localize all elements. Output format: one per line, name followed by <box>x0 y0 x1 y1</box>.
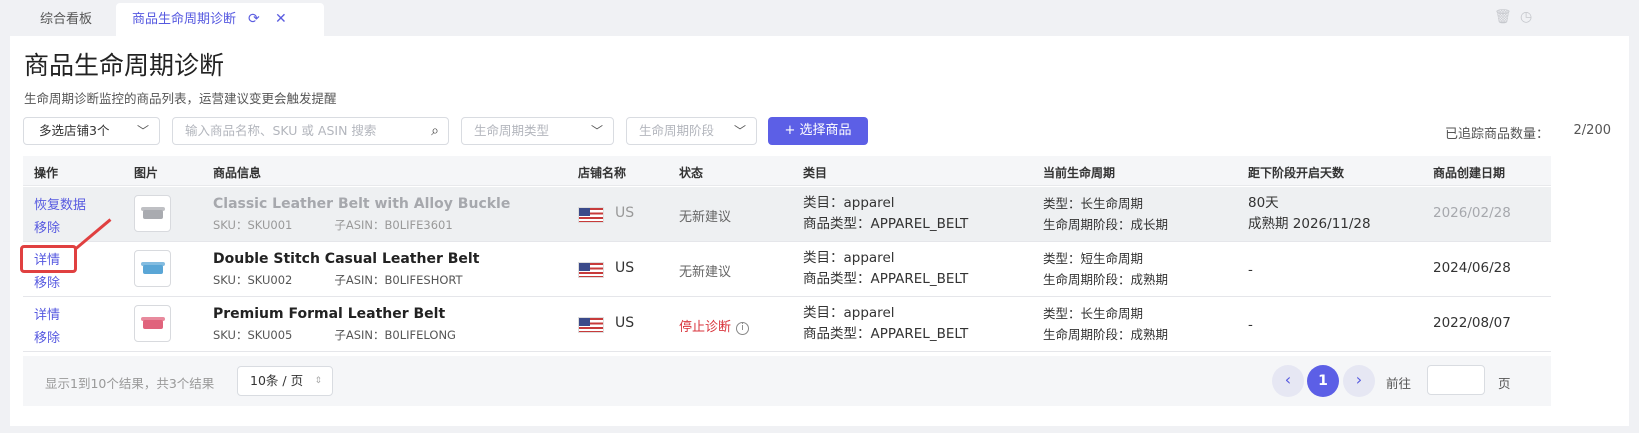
days-cell: 80天 成熟期 2026/11/28 <box>1248 195 1371 232</box>
select-product-button[interactable]: + 选择商品 <box>768 117 868 145</box>
sofa-icon <box>141 207 165 219</box>
sofa-icon <box>141 262 165 274</box>
product-thumbnail[interactable] <box>134 250 171 287</box>
status-text: 无新建议 <box>679 210 732 225</box>
lifecycle-stage-placeholder: 生命周期阶段 <box>639 123 715 138</box>
created-date: 2022/08/07 <box>1433 315 1511 331</box>
col-header-category: 类目 <box>803 166 828 180</box>
search-placeholder: 输入商品名称、SKU 或 ASIN 搜索 <box>185 123 377 138</box>
created-date: 2026/02/28 <box>1433 205 1511 221</box>
product-thumbnail[interactable] <box>134 195 171 232</box>
lifecycle-type-placeholder: 生命周期类型 <box>474 123 550 138</box>
product-thumbnail[interactable] <box>134 305 171 342</box>
next-page-button[interactable]: › <box>1343 365 1375 397</box>
lifecycle-stage-select[interactable]: 生命周期阶段 ﹀ <box>626 117 757 145</box>
tracked-count-label: 已追踪商品数量： <box>1444 127 1549 142</box>
col-header-store: 店铺名称 <box>578 166 627 180</box>
col-header-status: 状态 <box>679 166 704 180</box>
remove-link[interactable]: 移除 <box>34 217 60 236</box>
annotation-highlight-box <box>20 245 77 273</box>
col-header-actions: 操作 <box>34 166 59 180</box>
pagination-footer: 显示1到10个结果，共3个结果 10条 / 页 ⇕ ‹ 1 › 前往 页 <box>23 356 1551 406</box>
category-cell: 类目：apparel 商品类型：APPAREL_BELT <box>803 250 969 287</box>
page-title: 商品生命周期诊断 <box>24 51 225 80</box>
page-size-value: 10条 / 页 <box>250 373 304 388</box>
page-subtitle: 生命周期诊断监控的商品列表，运营建议变更会触发提醒 <box>24 91 337 106</box>
product-name: Double Stitch Casual Leather Belt <box>213 251 480 267</box>
chevron-down-icon: ﹀ <box>733 124 746 138</box>
chevron-down-icon: ﹀ <box>136 124 149 138</box>
tab-bar: 综合看板 商品生命周期诊断 ⟳ ✕ 🗑 ◷ <box>10 0 1639 36</box>
search-input[interactable]: 输入商品名称、SKU 或 ASIN 搜索 ⌕ <box>172 117 449 145</box>
tab-dashboard[interactable]: 综合看板 <box>40 3 92 36</box>
us-flag-icon <box>578 262 604 278</box>
col-header-image: 图片 <box>134 166 159 180</box>
remove-link[interactable]: 移除 <box>34 272 60 291</box>
days-cell: - <box>1248 317 1253 333</box>
info-icon[interactable]: i <box>736 322 750 335</box>
tab-lifecycle-diagnosis[interactable]: 商品生命周期诊断 ⟳ ✕ <box>116 3 324 36</box>
restore-data-link[interactable]: 恢复数据 <box>34 194 86 213</box>
category-cell: 类目：apparel 商品类型：APPAREL_BELT <box>803 195 969 232</box>
table-row: 详情 移除 Double Stitch Casual Leather Belt … <box>23 242 1551 297</box>
chevron-down-icon: ﹀ <box>590 124 603 138</box>
lifecycle-type-select[interactable]: 生命周期类型 ﹀ <box>461 117 614 145</box>
page-unit-label: 页 <box>1498 376 1511 391</box>
lifecycle-cell: 类型：长生命周期 生命周期阶段：成熟期 <box>1043 306 1169 342</box>
result-summary: 显示1到10个结果，共3个结果 <box>45 376 215 391</box>
refresh-icon[interactable]: ⟳ <box>248 3 260 36</box>
us-flag-icon <box>578 207 604 223</box>
product-sku: SKU：SKU002 子ASIN：B0LIFESHORT <box>213 273 463 287</box>
tab-lifecycle-label: 商品生命周期诊断 <box>132 12 237 27</box>
goto-label: 前往 <box>1386 376 1412 391</box>
product-name: Classic Leather Belt with Alloy Buckle <box>213 196 511 212</box>
trash-icon[interactable]: 🗑 <box>1494 9 1512 25</box>
search-icon[interactable]: ⌕ <box>431 118 439 144</box>
current-page-button[interactable]: 1 <box>1307 365 1339 397</box>
table-row: 详情 移除 Premium Formal Leather Belt SKU：SK… <box>23 297 1551 352</box>
product-name: Premium Formal Leather Belt <box>213 306 446 322</box>
product-sku: SKU：SKU001 子ASIN：B0LIFE3601 <box>213 218 453 232</box>
us-flag-icon <box>578 317 604 333</box>
goto-page-input[interactable] <box>1427 365 1485 395</box>
created-date: 2024/06/28 <box>1433 260 1511 276</box>
main-card: 商品生命周期诊断 生命周期诊断监控的商品列表，运营建议变更会触发提醒 多选店铺3… <box>10 36 1629 426</box>
lifecycle-cell: 类型：长生命周期 生命周期阶段：成长期 <box>1043 196 1169 232</box>
category-cell: 类目：apparel 商品类型：APPAREL_BELT <box>803 305 969 342</box>
store-country: US <box>615 315 635 331</box>
col-header-product: 商品信息 <box>213 166 262 180</box>
store-multiselect-value: 多选店铺3个 <box>39 123 110 138</box>
store-multiselect[interactable]: 多选店铺3个 ﹀ <box>23 117 160 145</box>
store-country: US <box>615 205 635 221</box>
col-header-days: 距下阶段开启天数 <box>1248 166 1345 180</box>
table-row: 恢复数据 移除 Classic Leather Belt with Alloy … <box>23 187 1551 242</box>
sofa-icon <box>141 317 165 329</box>
store-country: US <box>615 260 635 276</box>
prev-page-button[interactable]: ‹ <box>1272 365 1304 397</box>
status-text: 无新建议 <box>679 265 732 280</box>
table-header: 操作 图片 商品信息 店铺名称 状态 类目 当前生命周期 距下阶段开启天数 商品… <box>23 156 1551 186</box>
sort-updown-icon: ⇕ <box>314 376 322 386</box>
col-header-created: 商品创建日期 <box>1433 166 1506 180</box>
remove-link[interactable]: 移除 <box>34 327 60 346</box>
page-size-select[interactable]: 10条 / 页 ⇕ <box>237 366 333 396</box>
tracked-count-value: 2/200 <box>1573 123 1611 138</box>
product-sku: SKU：SKU005 子ASIN：B0LIFELONG <box>213 328 456 342</box>
detail-link[interactable]: 详情 <box>34 304 60 323</box>
col-header-lifecycle: 当前生命周期 <box>1043 166 1116 180</box>
clock-icon[interactable]: ◷ <box>1520 9 1532 25</box>
lifecycle-cell: 类型：短生命周期 生命周期阶段：成熟期 <box>1043 251 1169 287</box>
days-cell: - <box>1248 262 1253 278</box>
close-icon[interactable]: ✕ <box>275 3 287 36</box>
status-text: 停止诊断 i <box>679 316 750 335</box>
